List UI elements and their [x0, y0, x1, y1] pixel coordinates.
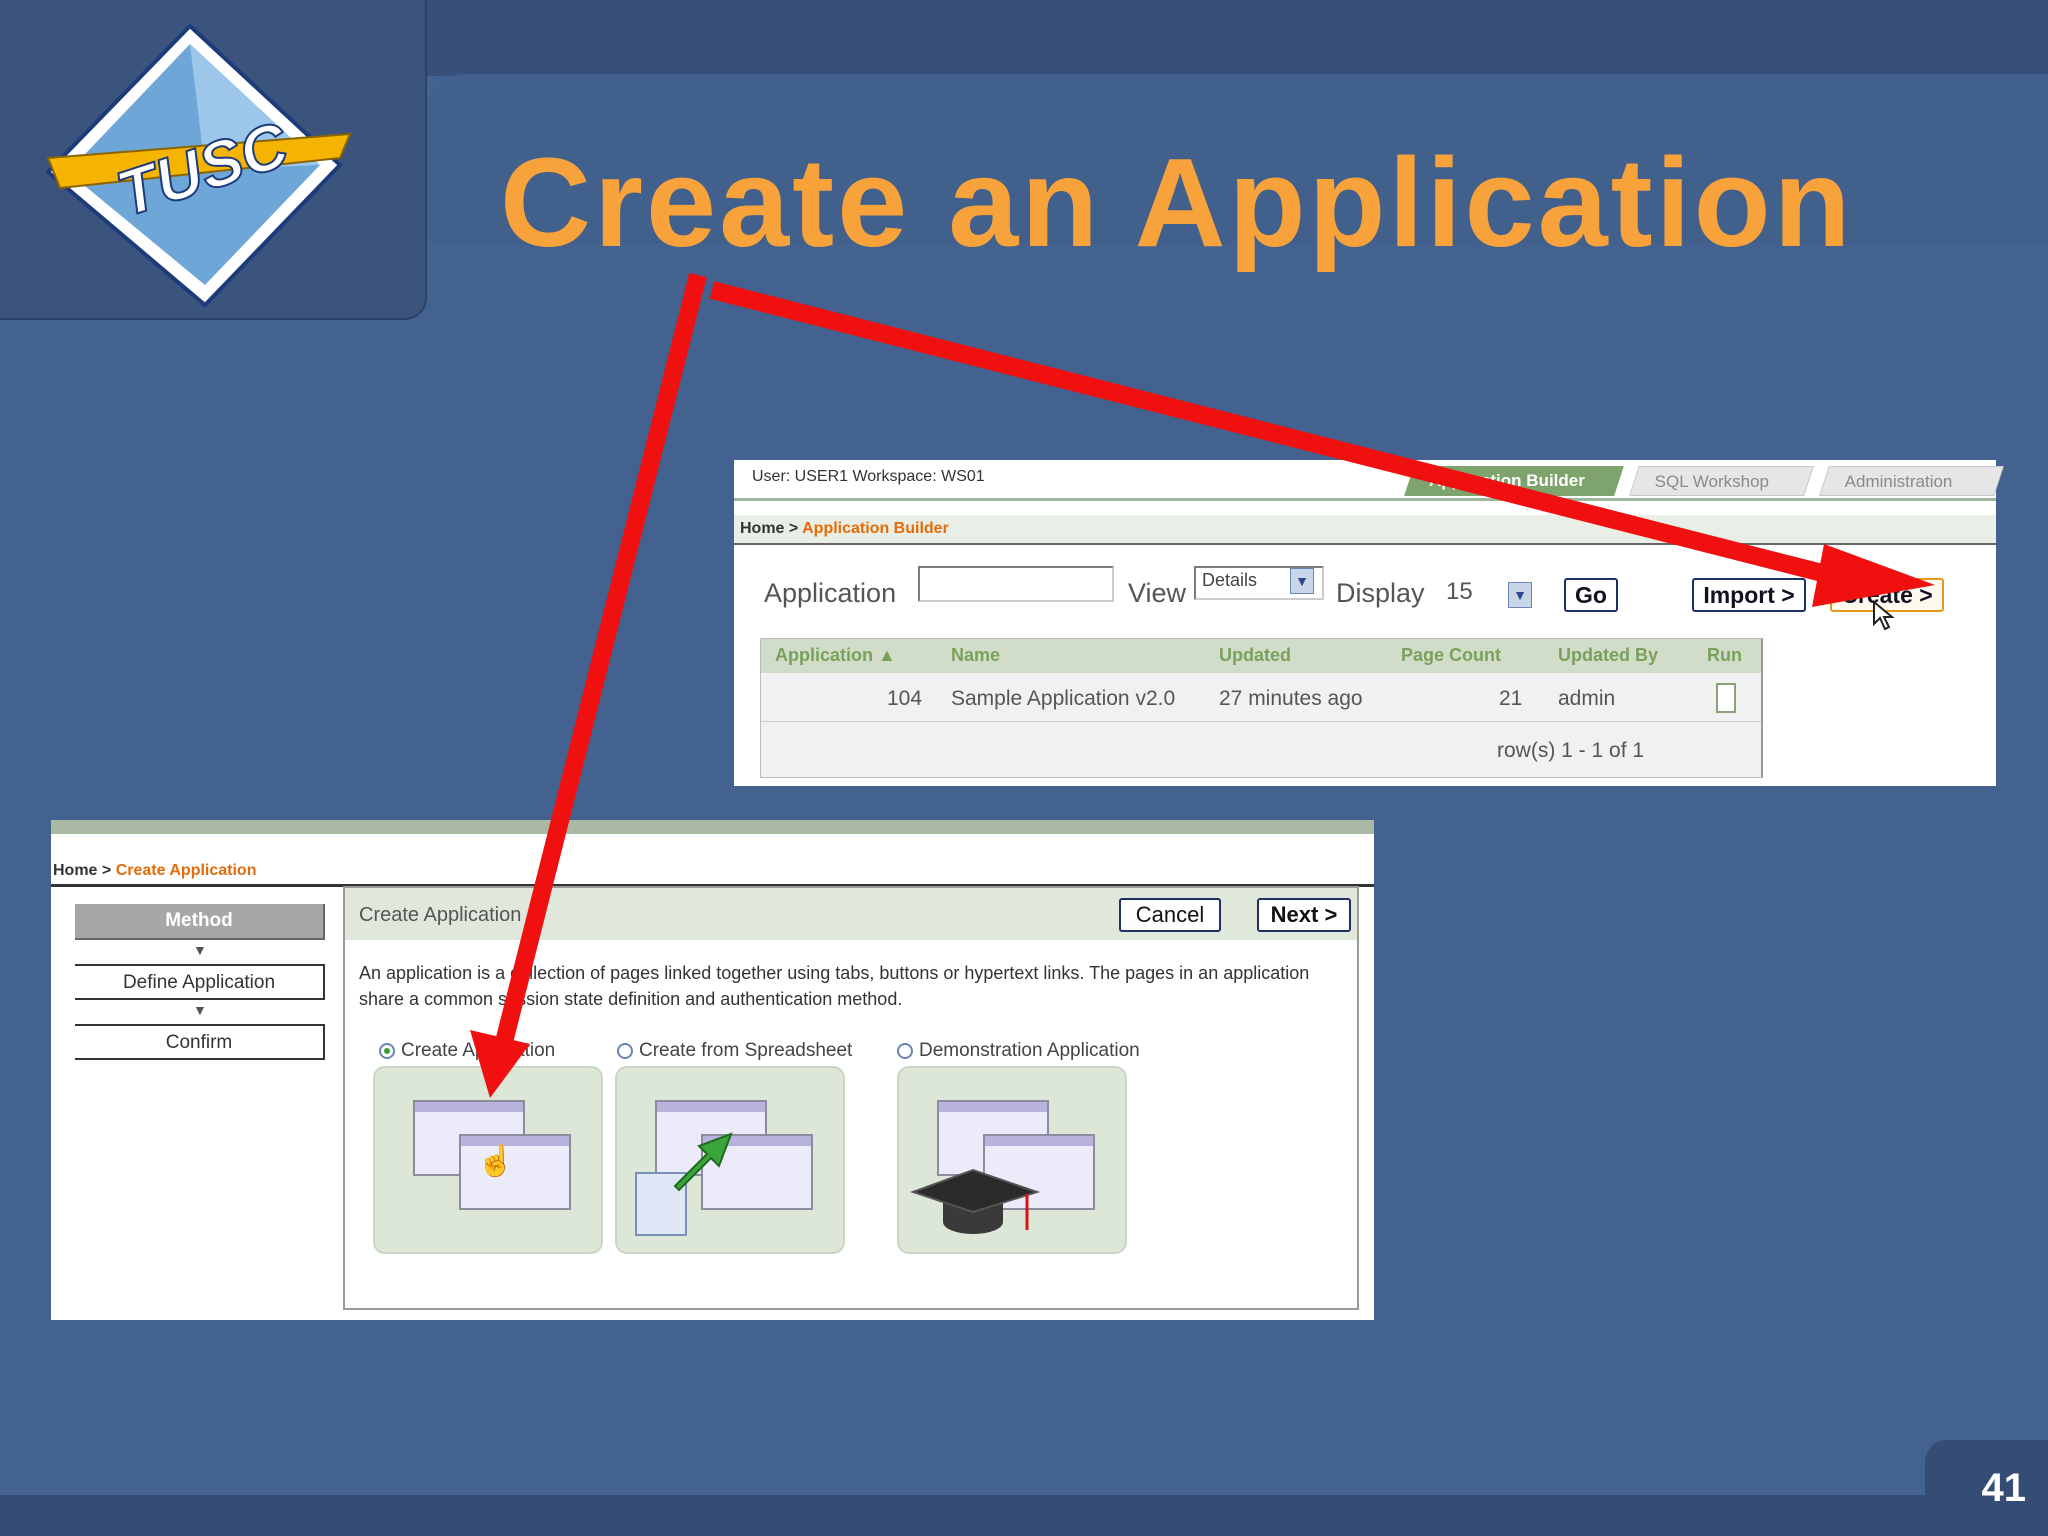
step-arrow-icon: ▼	[193, 1002, 207, 1018]
create-from-spreadsheet-card[interactable]	[615, 1066, 845, 1254]
display-label: Display	[1336, 578, 1425, 608]
green-arrow-icon	[673, 1132, 733, 1192]
option-create-from-spreadsheet[interactable]: Create from Spreadsheet	[617, 1040, 852, 1062]
view-dropdown-icon[interactable]: ▼	[1290, 568, 1314, 594]
column-header-updated[interactable]: Updated	[1219, 645, 1291, 666]
logo-box: TUSC	[0, 0, 427, 320]
tab-application-builder[interactable]: Application Builder	[1404, 466, 1624, 496]
cell-application-id[interactable]: 104	[887, 687, 922, 711]
slide-bottom-band	[0, 1495, 2048, 1536]
tab-sql-workshop[interactable]: SQL Workshop	[1629, 466, 1814, 496]
create-application-card[interactable]: ☝	[373, 1066, 603, 1254]
column-header-page-count[interactable]: Page Count	[1401, 645, 1501, 666]
cell-name[interactable]: Sample Application v2.0	[951, 687, 1175, 711]
panel-title: Create Application	[359, 904, 522, 926]
option-label: Demonstration Application	[919, 1040, 1140, 1061]
description-text: An application is a collection of pages …	[359, 963, 1310, 1009]
go-button[interactable]: Go	[1564, 578, 1618, 612]
breadcrumb: Home > Create Application	[51, 840, 1374, 887]
column-header-updated-by[interactable]: Updated By	[1558, 645, 1658, 666]
rows-info: row(s) 1 - 1 of 1	[1497, 739, 1645, 762]
cell-page-count: 21	[1499, 687, 1523, 710]
view-select-value: Details	[1202, 570, 1258, 590]
option-label: Create from Spreadsheet	[639, 1040, 853, 1061]
step-define-application: Define Application	[75, 964, 325, 1000]
hand-cursor-icon: ☝	[477, 1145, 515, 1178]
demonstration-application-card[interactable]	[897, 1066, 1127, 1254]
step-arrow-icon: ▼	[193, 942, 207, 958]
display-value: 15	[1446, 578, 1473, 605]
breadcrumb-text: Home > Application Builder	[740, 520, 949, 538]
graduation-cap-icon	[909, 1168, 1041, 1234]
column-header-run: Run	[1707, 645, 1742, 665]
radio-icon[interactable]	[617, 1042, 633, 1059]
tab-administration[interactable]: Administration	[1819, 466, 2004, 496]
breadcrumb-text: Home > Create Application	[53, 862, 256, 880]
table-header: Application ▲ Name Updated Page Count Up…	[761, 639, 1761, 673]
row-divider	[761, 721, 1761, 722]
option-create-application[interactable]: Create Application	[379, 1040, 555, 1062]
option-label: Create Application	[401, 1040, 556, 1061]
application-search-input[interactable]	[918, 566, 1114, 602]
slide-title: Create an Application	[500, 132, 1854, 273]
mouse-pointer-icon	[1873, 600, 1895, 631]
breadcrumb: Home > Application Builder	[734, 515, 1996, 545]
application-builder-screenshot: User: USER1 Workspace: WS01 Application …	[734, 460, 2004, 786]
step-confirm: Confirm	[75, 1024, 325, 1060]
tusc-logo: TUSC	[45, 23, 352, 308]
breadcrumb-home[interactable]: Home >	[740, 520, 798, 537]
step-method: Method	[75, 904, 325, 940]
breadcrumb-current: Create Application	[115, 862, 257, 879]
top-bar: User: USER1 Workspace: WS01 Application …	[734, 460, 2004, 501]
cell-updated: 27 minutes ago	[1219, 687, 1363, 710]
view-label: View	[1128, 578, 1187, 608]
option-demonstration-application[interactable]: Demonstration Application	[897, 1040, 1140, 1062]
page-number: 41	[1981, 1466, 2027, 1510]
import-button[interactable]: Import >	[1692, 578, 1806, 612]
column-header-application[interactable]: Application ▲	[775, 645, 896, 666]
create-application-screenshot: Home > Create Application Method ▼ Defin…	[51, 820, 1374, 1320]
run-icon[interactable]	[1716, 683, 1736, 713]
user-workspace-text: User: USER1 Workspace: WS01	[752, 468, 985, 485]
window-icon	[459, 1134, 571, 1210]
breadcrumb-home[interactable]: Home >	[53, 862, 111, 879]
breadcrumb-current: Application Builder	[802, 520, 949, 537]
panel-header: Create Application Cancel Next >	[345, 888, 1357, 940]
cell-updated-by: admin	[1558, 687, 1616, 710]
radio-selected-icon[interactable]	[379, 1042, 395, 1059]
display-dropdown-icon[interactable]: ▼	[1508, 582, 1532, 608]
next-button[interactable]: Next >	[1257, 898, 1351, 932]
create-application-panel: Create Application Cancel Next > An appl…	[343, 886, 1359, 1310]
applications-table: Application ▲ Name Updated Page Count Up…	[760, 638, 1763, 778]
column-header-name[interactable]: Name	[951, 645, 1000, 666]
application-search-label: Application	[764, 578, 897, 608]
radio-icon[interactable]	[897, 1042, 913, 1059]
top-bar	[51, 820, 1374, 834]
cancel-button[interactable]: Cancel	[1119, 898, 1221, 932]
